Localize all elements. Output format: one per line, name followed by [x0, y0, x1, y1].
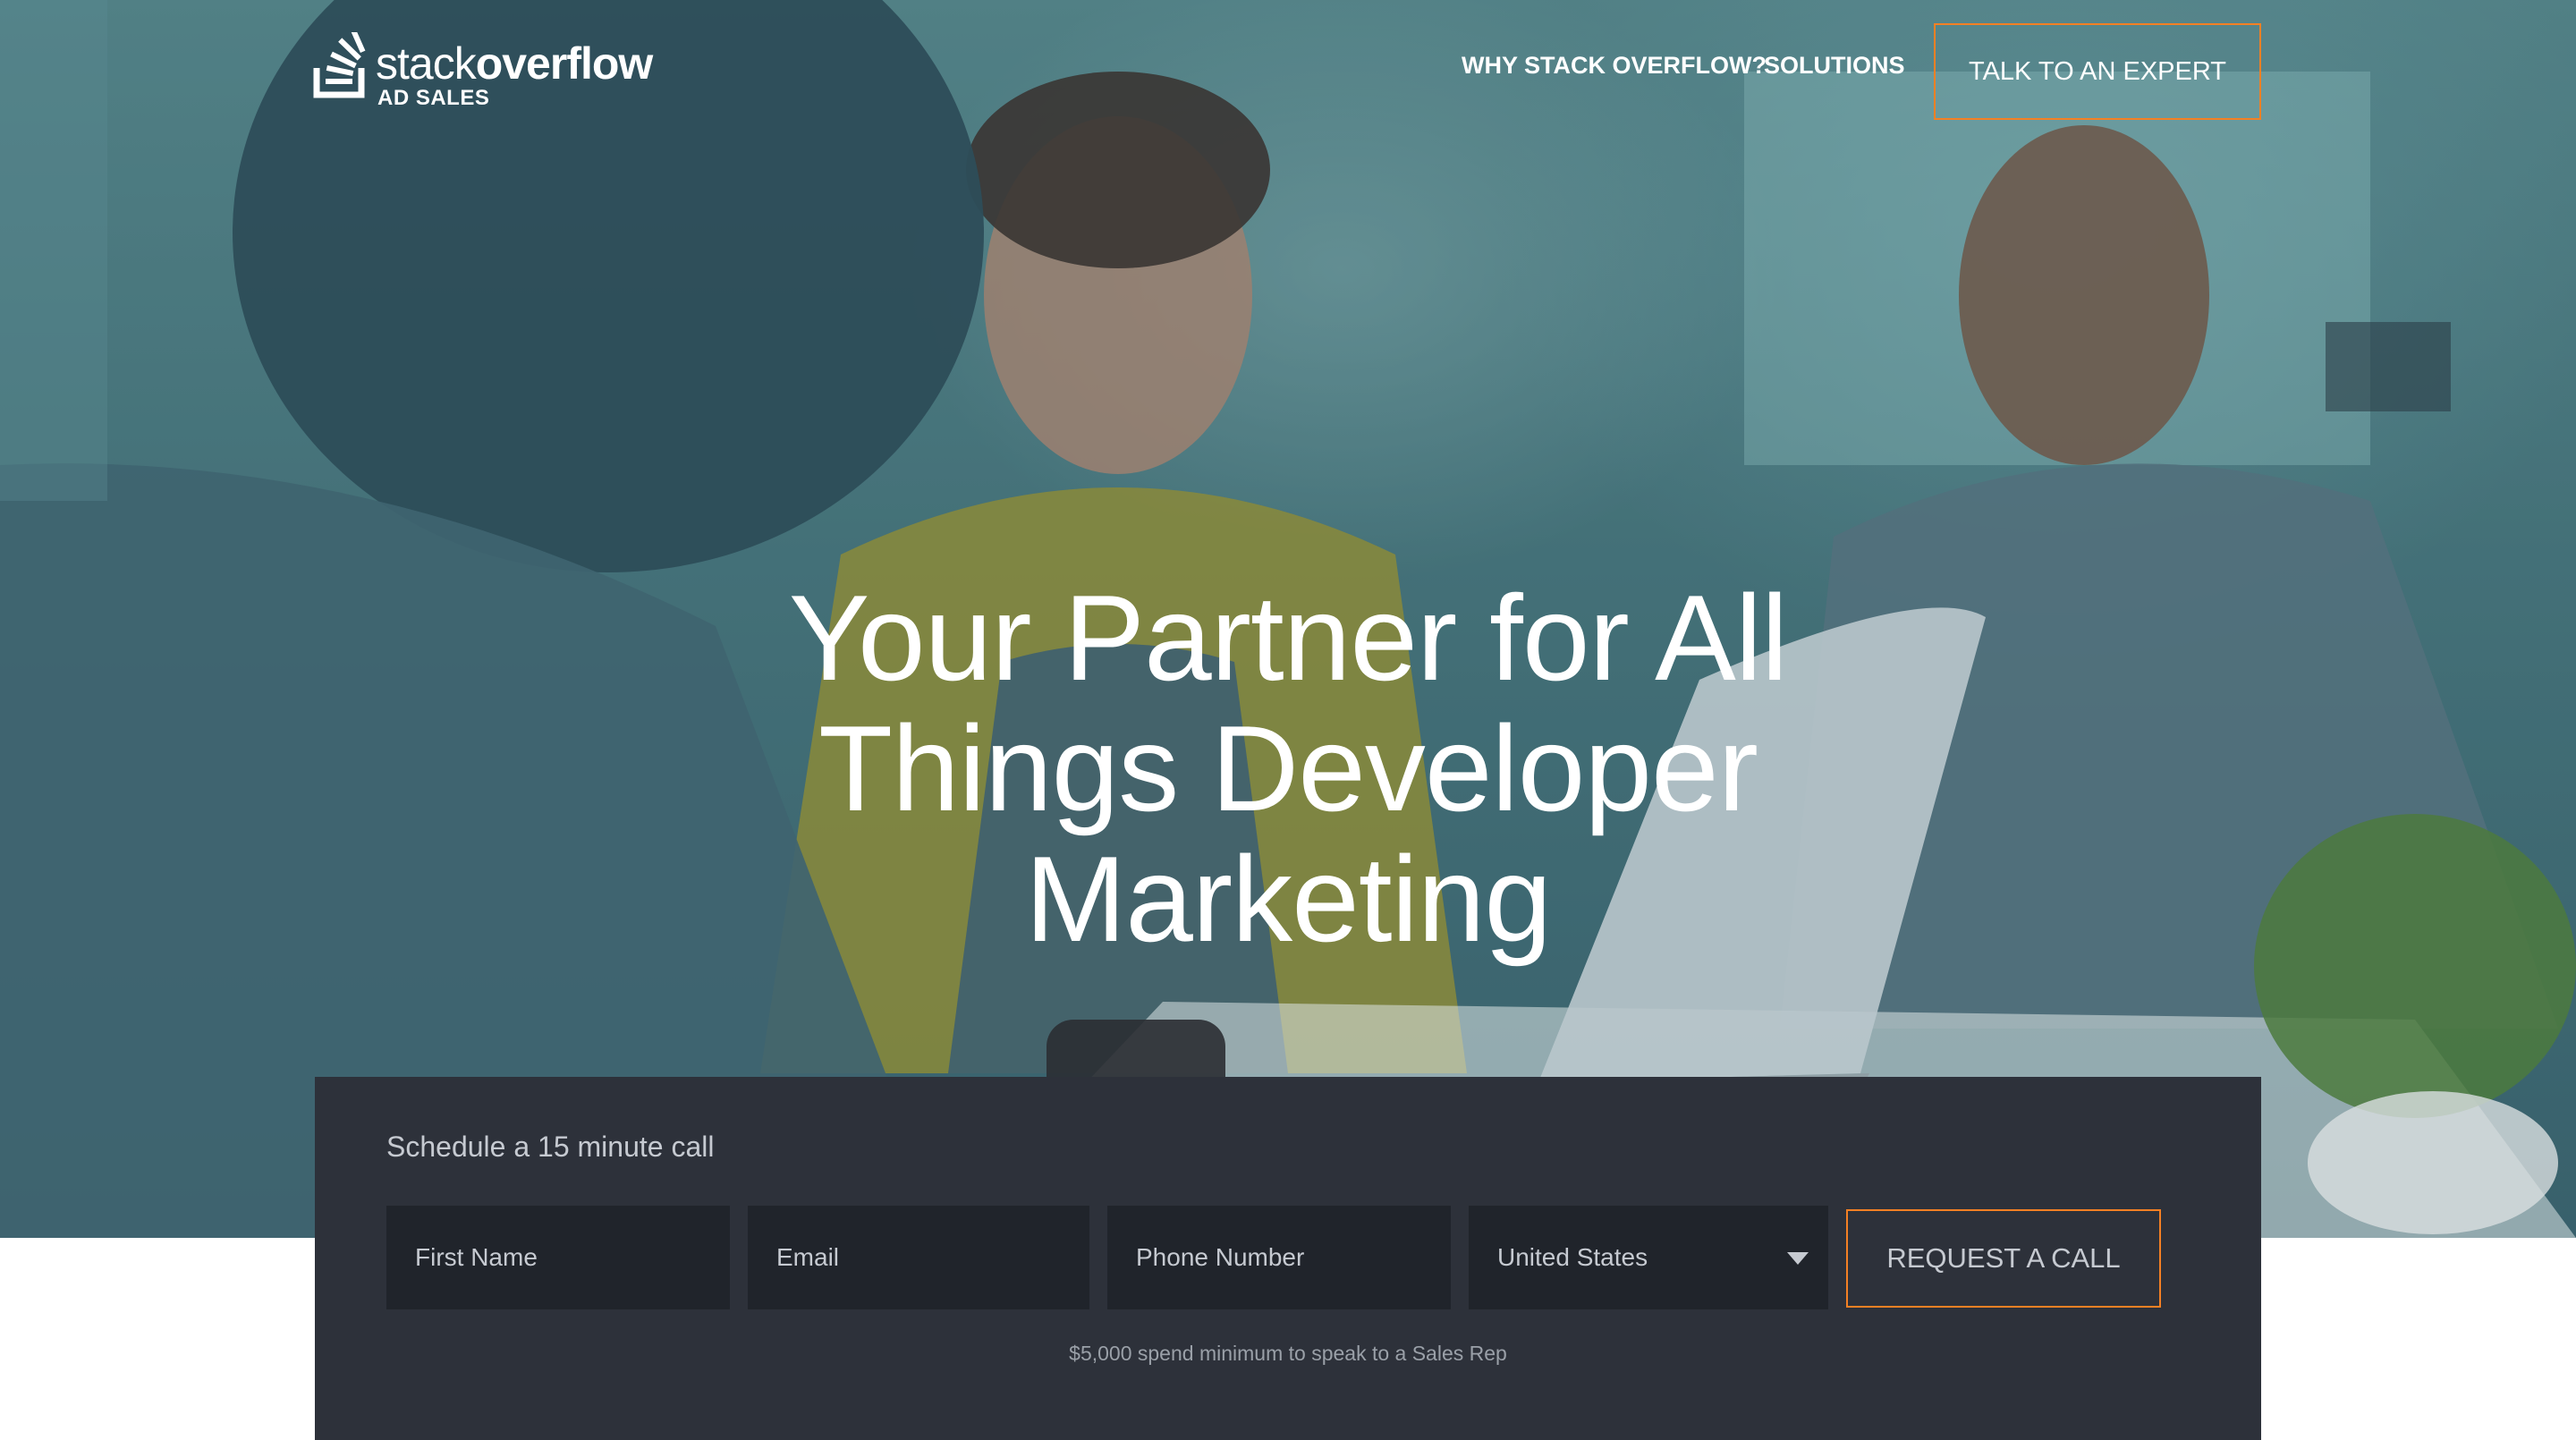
first-name-placeholder: First Name	[415, 1243, 538, 1271]
schedule-call-form: Schedule a 15 minute call First Name Ema…	[315, 1077, 2261, 1440]
stack-overflow-ad-sales-logo[interactable]: stackoverflow AD SALES	[313, 29, 653, 118]
hero-headline: Your Partner for All Things Developer Ma…	[751, 572, 1825, 964]
nav-link-why-stack-overflow[interactable]: WHY STACK OVERFLOW?	[1462, 52, 1767, 80]
headline-line-3: Marketing	[1024, 831, 1552, 967]
phone-number-field[interactable]: Phone Number	[1107, 1206, 1451, 1309]
hero-section: stackoverflow AD SALES WHY STACK OVERFLO…	[0, 0, 2576, 1238]
spend-minimum-note: $5,000 spend minimum to speak to a Sales…	[1069, 1342, 1507, 1365]
logo-brand-light: stack	[376, 38, 477, 89]
country-select[interactable]: United States	[1469, 1206, 1828, 1309]
logo-brand-bold: overflow	[475, 38, 654, 89]
headline-line-2: Things Developer	[818, 700, 1758, 836]
email-placeholder: Email	[776, 1243, 840, 1271]
talk-to-expert-button[interactable]: TALK TO AN EXPERT	[1934, 23, 2261, 120]
request-call-button[interactable]: REQUEST A CALL	[1846, 1209, 2161, 1308]
country-selected-value: United States	[1497, 1243, 1648, 1271]
nav-link-solutions[interactable]: SOLUTIONS	[1764, 52, 1905, 80]
top-navigation: stackoverflow AD SALES WHY STACK OVERFLO…	[0, 0, 2576, 125]
email-field[interactable]: Email	[748, 1206, 1089, 1309]
headline-line-1: Your Partner for All	[788, 570, 1788, 706]
phone-placeholder: Phone Number	[1136, 1243, 1305, 1271]
logo-subtitle: AD SALES	[377, 86, 490, 110]
logo-wordmark: stackoverflow	[376, 38, 654, 89]
stack-overflow-logo-icon	[313, 32, 366, 98]
first-name-field[interactable]: First Name	[386, 1206, 730, 1309]
chevron-down-icon	[1787, 1252, 1809, 1265]
form-title: Schedule a 15 minute call	[386, 1131, 715, 1163]
